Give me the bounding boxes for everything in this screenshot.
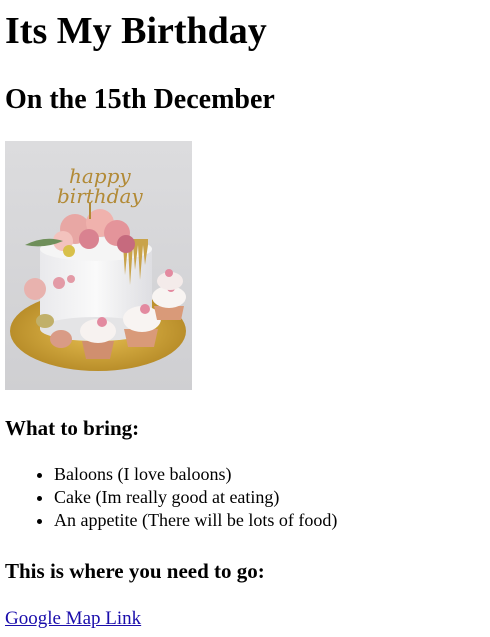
google-map-link[interactable]: Google Map Link: [5, 607, 141, 631]
page-subtitle: On the 15th December: [5, 84, 275, 115]
list-item: Baloons (I love baloons): [54, 463, 337, 486]
what-to-bring-heading: What to bring:: [5, 416, 140, 440]
where-to-go-heading: This is where you need to go:: [5, 559, 265, 583]
list-item: An appetite (There will be lots of food): [54, 509, 337, 532]
list-item: Cake (Im really good at eating): [54, 486, 337, 509]
page-title: Its My Birthday: [5, 10, 267, 52]
bring-list: Baloons (I love baloons) Cake (Im really…: [5, 463, 337, 532]
birthday-cake-image: happy birthday: [5, 141, 192, 390]
topper-text-2: birthday: [57, 184, 143, 208]
